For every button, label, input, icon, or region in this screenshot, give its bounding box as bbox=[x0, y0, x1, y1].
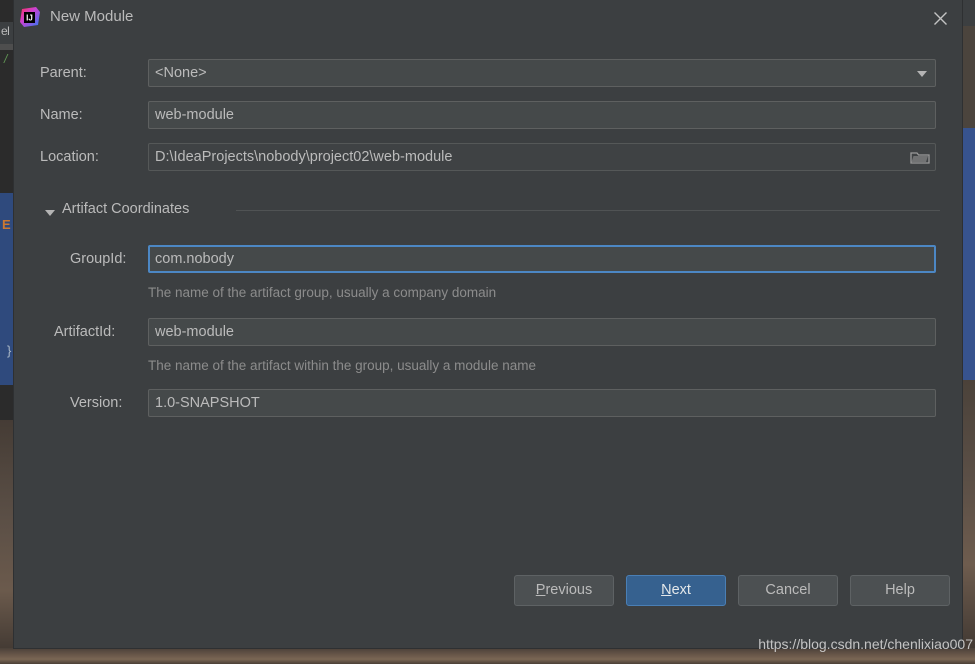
background-right-toolbar bbox=[962, 0, 975, 27]
dialog-title: New Module bbox=[50, 8, 134, 25]
background-right-scrollbar bbox=[962, 128, 975, 380]
background-editor-brace: } bbox=[7, 343, 12, 358]
group-id-input[interactable]: com.nobody bbox=[148, 245, 936, 273]
previous-button[interactable]: Previous bbox=[514, 575, 614, 606]
cancel-button[interactable]: Cancel bbox=[738, 575, 838, 606]
chevron-down-icon[interactable] bbox=[917, 71, 927, 77]
help-button[interactable]: Help bbox=[850, 575, 950, 606]
next-button-label: ext bbox=[671, 582, 691, 598]
background-editor-tab-label: el bbox=[1, 24, 10, 38]
group-id-label: GroupId: bbox=[70, 251, 127, 267]
group-id-row: GroupId: com.nobody bbox=[14, 245, 962, 273]
parent-combobox[interactable]: <None> bbox=[148, 59, 936, 87]
previous-button-mnemonic: P bbox=[535, 582, 546, 598]
background-editor-keyword: E bbox=[2, 217, 11, 232]
triangle-down-icon[interactable] bbox=[45, 210, 55, 216]
new-module-dialog: IJ New Module Parent: <None> Name: web-m… bbox=[14, 0, 962, 648]
artifact-id-label: ArtifactId: bbox=[54, 324, 116, 340]
folder-icon[interactable] bbox=[910, 150, 930, 171]
group-id-hint: The name of the artifact group, usually … bbox=[148, 285, 497, 300]
artifact-coordinates-title[interactable]: Artifact Coordinates bbox=[62, 201, 189, 217]
section-divider bbox=[236, 210, 940, 211]
location-label: Location: bbox=[40, 149, 99, 165]
artifact-id-hint: The name of the artifact within the grou… bbox=[148, 358, 536, 373]
watermark-url: https://blog.csdn.net/chenlixiao007 bbox=[758, 636, 973, 652]
parent-label: Parent: bbox=[40, 65, 87, 81]
background-editor-comment: / bbox=[4, 52, 8, 66]
close-icon[interactable] bbox=[926, 6, 954, 30]
previous-button-label: revious bbox=[545, 582, 593, 598]
background-desktop-lower-right bbox=[962, 380, 975, 664]
version-label: Version: bbox=[70, 395, 123, 411]
intellij-idea-icon: IJ bbox=[19, 6, 41, 28]
name-row: Name: web-module bbox=[14, 101, 962, 129]
location-input[interactable]: D:\IdeaProjects\nobody\project02\web-mod… bbox=[148, 143, 936, 171]
version-input[interactable]: 1.0-SNAPSHOT bbox=[148, 389, 936, 417]
artifact-id-row: ArtifactId: web-module bbox=[14, 318, 962, 346]
dialog-titlebar: IJ New Module bbox=[14, 0, 962, 37]
location-row: Location: D:\IdeaProjects\nobody\project… bbox=[14, 143, 962, 171]
version-row: Version: 1.0-SNAPSHOT bbox=[14, 389, 962, 417]
svg-text:IJ: IJ bbox=[26, 14, 33, 23]
next-button-mnemonic: N bbox=[661, 582, 672, 598]
artifact-id-input[interactable]: web-module bbox=[148, 318, 936, 346]
name-input[interactable]: web-module bbox=[148, 101, 936, 129]
background-right-upper bbox=[962, 26, 975, 128]
next-button[interactable]: Next bbox=[626, 575, 726, 606]
name-label: Name: bbox=[40, 107, 83, 123]
parent-row: Parent: <None> bbox=[14, 59, 962, 87]
